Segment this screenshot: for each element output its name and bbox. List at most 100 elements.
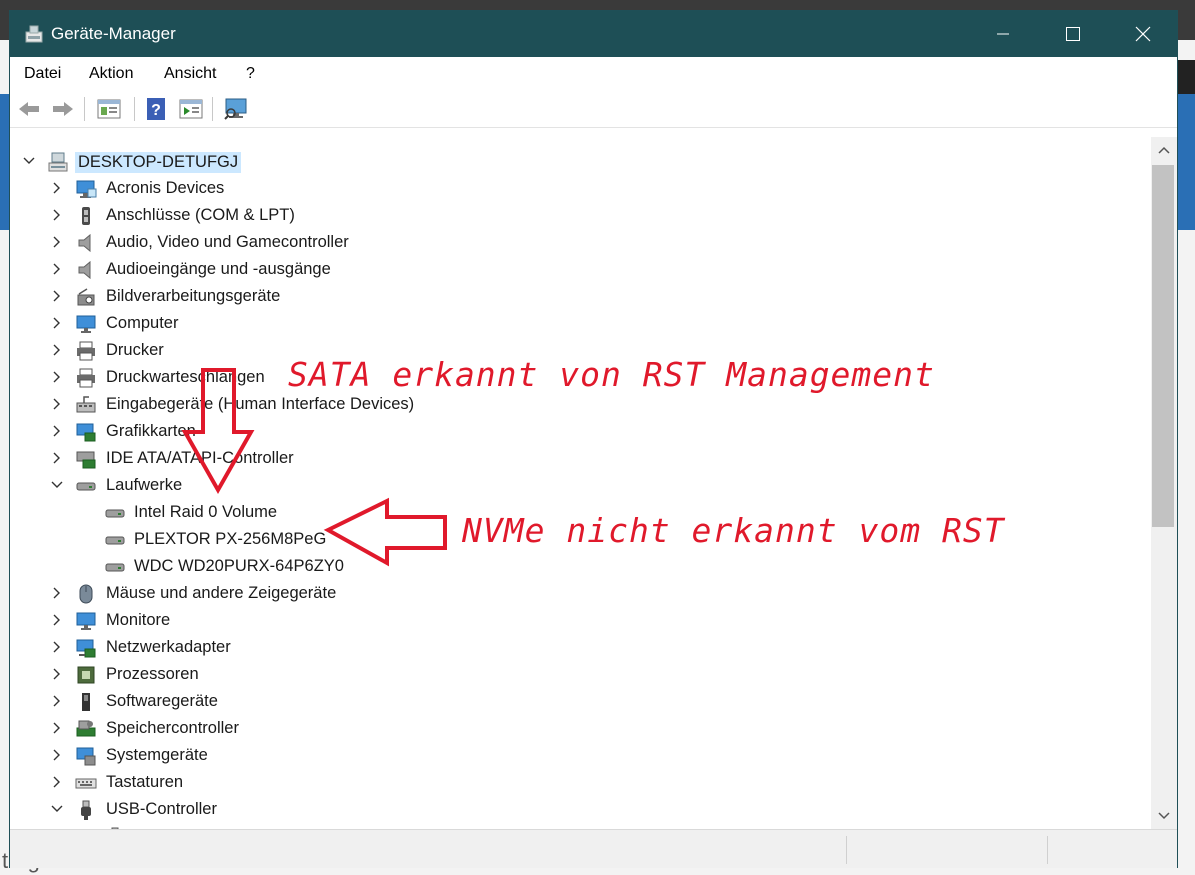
expand-toggle[interactable] [49, 422, 65, 440]
tree-category-netzwerkadapter[interactable]: Netzwerkadapter [11, 634, 1151, 661]
menu-ansicht[interactable]: Ansicht [164, 65, 216, 83]
title-bar[interactable]: Geräte-Manager [10, 11, 1177, 57]
chevron-right-icon [53, 668, 60, 680]
status-bar [10, 829, 1177, 868]
scrollbar-thumb[interactable] [1152, 165, 1174, 527]
properties-view-button[interactable] [96, 97, 122, 121]
chevron-right-icon [53, 452, 60, 464]
monitor-icon [76, 612, 96, 630]
tree-category-bildverarbeitungsgerate[interactable]: Bildverarbeitungsgeräte [11, 283, 1151, 310]
expand-toggle[interactable] [49, 719, 65, 737]
tree-category-speichercontroller[interactable]: Speichercontroller [11, 715, 1151, 742]
tree-category-laufwerke[interactable]: Laufwerke [11, 472, 1151, 499]
background-banner-right [1176, 94, 1195, 230]
ide-controller-icon [76, 451, 96, 469]
tree-category-audioeingange-und-ausgange[interactable]: Audioeingänge und -ausgänge [11, 256, 1151, 283]
chevron-right-icon [53, 371, 60, 383]
usb-icon [81, 800, 91, 820]
disk-drive-icon [105, 536, 125, 545]
printer-icon [77, 368, 95, 388]
scroll-down-button[interactable] [1151, 803, 1177, 829]
expand-toggle[interactable] [49, 314, 65, 332]
tree-category-tastaturen[interactable]: Tastaturen [11, 769, 1151, 796]
tree-category-mause-und-andere-zeigegerate[interactable]: Mäuse und andere Zeigegeräte [11, 580, 1151, 607]
tree-category-prozessoren[interactable]: Prozessoren [11, 661, 1151, 688]
expand-toggle[interactable] [49, 233, 65, 251]
status-bar-separator [1047, 836, 1048, 864]
tree-category-anschlusse-com-lpt[interactable]: Anschlüsse (COM & LPT) [11, 202, 1151, 229]
tree-category-label: Tastaturen [106, 773, 184, 791]
port-icon [82, 207, 90, 225]
menu-help[interactable]: ? [246, 65, 255, 83]
expand-toggle[interactable] [49, 665, 65, 683]
expand-toggle[interactable] [49, 395, 65, 413]
tree-category-label: Speichercontroller [106, 719, 239, 737]
tree-category-label: IDE ATA/ATAPI-Controller [106, 449, 294, 467]
tree-category-computer[interactable]: Computer [11, 310, 1151, 337]
tree-category-label: Audio, Video und Gamecontroller [106, 233, 349, 251]
run-view-button[interactable] [178, 97, 204, 121]
scan-hardware-button[interactable] [223, 97, 249, 121]
monitor-icon [76, 315, 96, 333]
expand-toggle[interactable] [49, 449, 65, 467]
expand-toggle[interactable] [49, 584, 65, 602]
tree-category-label: USB-Controller [106, 800, 217, 818]
tree-category-systemgerate[interactable]: Systemgeräte [11, 742, 1151, 769]
tree-category-label: Acronis Devices [106, 179, 225, 197]
back-button[interactable] [16, 97, 42, 121]
maximize-button[interactable] [1038, 11, 1108, 57]
expand-toggle[interactable] [49, 179, 65, 197]
vertical-scrollbar[interactable] [1151, 137, 1177, 829]
tree-category-label: Audioeingänge und -ausgänge [106, 260, 331, 278]
expand-toggle[interactable] [49, 287, 65, 305]
expand-toggle[interactable] [49, 476, 65, 494]
menu-datei[interactable]: Datei [24, 65, 61, 83]
tree-category-audio-video-und-gamecontroller[interactable]: Audio, Video und Gamecontroller [11, 229, 1151, 256]
chevron-right-icon [53, 749, 60, 761]
toolbar-separator [84, 97, 85, 121]
maximize-icon [1066, 27, 1080, 41]
minimize-button[interactable] [968, 11, 1038, 57]
close-button[interactable] [1108, 11, 1178, 57]
tree-device-wdc-wd20purx-64p6zy0[interactable]: WDC WD20PURX-64P6ZY0 [11, 553, 1151, 580]
forward-button[interactable] [50, 97, 76, 121]
network-adapter-icon [76, 639, 96, 658]
device-manager-window: Geräte-Manager Datei Aktion Ansicht ? ? [9, 10, 1178, 868]
tree-device-label: Intel Raid 0 Volume [134, 503, 278, 521]
expand-toggle[interactable] [49, 746, 65, 764]
tree-category-softwaregerate[interactable]: Softwaregeräte [11, 688, 1151, 715]
expand-toggle[interactable] [49, 611, 65, 629]
expand-toggle[interactable] [49, 260, 65, 278]
tree-category-label: Netzwerkadapter [106, 638, 231, 656]
expand-toggle[interactable] [49, 800, 65, 818]
scroll-up-button[interactable] [1151, 137, 1177, 163]
expand-toggle[interactable] [49, 206, 65, 224]
tree-category-monitore[interactable]: Monitore [11, 607, 1151, 634]
expand-toggle[interactable] [49, 692, 65, 710]
tree-category-label: Drucker [106, 341, 164, 359]
chevron-down-icon [51, 805, 63, 812]
expand-toggle[interactable] [21, 152, 37, 170]
expand-toggle[interactable] [49, 341, 65, 359]
tree-category-usb-controller[interactable]: USB-Controller [11, 796, 1151, 823]
root-computer-icon [48, 152, 68, 172]
chevron-right-icon [53, 263, 60, 275]
tree-category-label: Prozessoren [106, 665, 199, 683]
help-button[interactable]: ? [143, 97, 169, 121]
close-icon [1135, 26, 1151, 42]
expand-toggle[interactable] [49, 773, 65, 791]
toolbar: ? [10, 91, 1177, 128]
tree-device-label: WDC WD20PURX-64P6ZY0 [134, 557, 344, 575]
menu-aktion[interactable]: Aktion [89, 65, 133, 83]
expand-toggle[interactable] [49, 638, 65, 656]
tree-category-eingabegerate-human-interface-devices[interactable]: Eingabegeräte (Human Interface Devices) [11, 391, 1151, 418]
tree-root[interactable]: DESKTOP-DETUFGJ [11, 148, 1151, 175]
toolbar-separator [212, 97, 213, 121]
expand-toggle[interactable] [49, 368, 65, 386]
annotation-sata-text: SATA erkannt von RST Management [288, 355, 935, 394]
minimize-icon [997, 33, 1009, 35]
menu-bar: Datei Aktion Ansicht ? [10, 57, 1177, 91]
tree-category-grafikkarten[interactable]: Grafikkarten [11, 418, 1151, 445]
tree-category-ide-ata-atapi-controller[interactable]: IDE ATA/ATAPI-Controller [11, 445, 1151, 472]
tree-category-acronis-devices[interactable]: Acronis Devices [11, 175, 1151, 202]
